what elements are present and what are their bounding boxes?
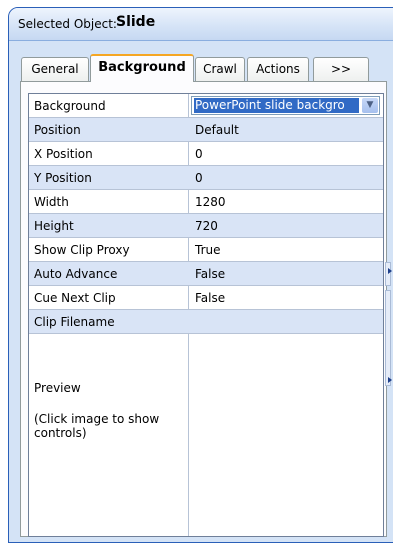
chevron-down-icon[interactable]: ▼: [362, 98, 378, 113]
expand-arrow-icon[interactable]: [388, 377, 392, 383]
property-value[interactable]: 0: [195, 171, 203, 185]
tab-more-overflow[interactable]: >>: [313, 57, 369, 81]
expand-arrow-icon[interactable]: [388, 268, 392, 274]
tab-crawl[interactable]: Crawl: [195, 57, 245, 81]
tab-actions[interactable]: Actions: [247, 57, 309, 81]
preview-label: Preview: [34, 381, 81, 395]
selected-object-name: Slide: [116, 14, 156, 30]
background-dropdown-value[interactable]: PowerPoint slide backgro: [194, 98, 359, 113]
tab-background[interactable]: Background: [90, 54, 194, 82]
property-name: Y Position: [34, 171, 92, 185]
side-splitter-bar[interactable]: [385, 290, 391, 386]
property-row-auto-advance[interactable]: Auto Advance False: [29, 262, 383, 286]
tab-general[interactable]: General: [21, 57, 89, 81]
property-value[interactable]: True: [195, 243, 221, 257]
selected-object-label: Selected Object:: [18, 17, 117, 31]
property-row-clip-filename[interactable]: Clip Filename: [29, 310, 383, 334]
property-row-show-clip-proxy[interactable]: Show Clip Proxy True: [29, 238, 383, 262]
property-value[interactable]: 720: [195, 219, 218, 233]
property-name: Background: [34, 99, 106, 113]
property-grid: Background PowerPoint slide backgro ▼ Po…: [28, 93, 384, 537]
property-value[interactable]: 0: [195, 147, 203, 161]
property-name: Clip Filename: [34, 315, 115, 329]
property-value[interactable]: False: [195, 291, 225, 305]
property-name: Width: [34, 195, 69, 209]
property-name: Position: [34, 123, 81, 137]
property-value[interactable]: False: [195, 267, 225, 281]
property-value[interactable]: 1280: [195, 195, 226, 209]
property-value[interactable]: Default: [195, 123, 239, 137]
property-name: X Position: [34, 147, 93, 161]
property-row-background[interactable]: Background PowerPoint slide backgro ▼: [29, 94, 383, 118]
property-row-position[interactable]: Position Default: [29, 118, 383, 142]
property-row-cue-next-clip[interactable]: Cue Next Clip False: [29, 286, 383, 310]
property-row-y-position[interactable]: Y Position 0: [29, 166, 383, 190]
background-dropdown[interactable]: PowerPoint slide backgro ▼: [191, 96, 380, 115]
property-name: Show Clip Proxy: [34, 243, 130, 257]
property-row-height[interactable]: Height 720: [29, 214, 383, 238]
property-row-width[interactable]: Width 1280: [29, 190, 383, 214]
property-name: Height: [34, 219, 74, 233]
preview-image-area[interactable]: [189, 358, 383, 536]
property-row-x-position[interactable]: X Position 0: [29, 142, 383, 166]
panel-header: Selected Object: Slide: [9, 8, 393, 41]
side-splitter-handle[interactable]: [385, 262, 391, 286]
property-name: Auto Advance: [34, 267, 118, 281]
property-name: Cue Next Clip: [34, 291, 116, 305]
preview-hint: (Click image to show controls): [34, 412, 160, 440]
